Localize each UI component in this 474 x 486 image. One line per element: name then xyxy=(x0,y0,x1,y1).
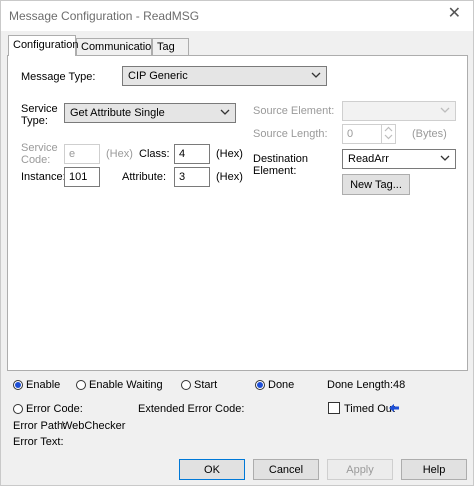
enable-waiting-label: Enable Waiting xyxy=(89,379,163,391)
tab-configuration[interactable]: Configuration xyxy=(8,35,79,56)
source-length-label: Source Length: xyxy=(253,128,328,140)
service-code-label-line1: Service xyxy=(21,142,58,154)
instance-value: 101 xyxy=(69,171,88,183)
chevron-down-icon xyxy=(440,107,450,113)
timed-out-checkbox[interactable] xyxy=(328,402,340,414)
source-element-label: Source Element: xyxy=(253,105,335,117)
service-code-value: e xyxy=(69,148,76,160)
attribute-label: Attribute: xyxy=(122,171,167,183)
tab-tag[interactable]: Tag xyxy=(152,38,189,55)
new-tag-button[interactable]: New Tag... xyxy=(342,174,410,195)
close-icon[interactable]: ✕ xyxy=(448,5,461,23)
extended-error-code-label: Extended Error Code: xyxy=(138,403,245,415)
window-title: Message Configuration - ReadMSG xyxy=(9,9,200,23)
done-length-value: 48 xyxy=(393,379,406,391)
done-radio[interactable] xyxy=(255,380,265,390)
tab-configuration-label: Configuration xyxy=(13,39,79,51)
class-unit: (Hex) xyxy=(216,148,243,160)
chevron-down-icon xyxy=(311,72,321,78)
message-type-select[interactable]: CIP Generic xyxy=(122,66,327,86)
done-length-label: Done Length: xyxy=(327,379,394,391)
message-configuration-window: Message Configuration - ReadMSG ✕ Config… xyxy=(0,0,474,486)
tab-communication[interactable]: Communication xyxy=(76,38,157,55)
chevron-down-icon xyxy=(220,109,230,115)
error-path-label: Error Path: xyxy=(13,420,67,432)
message-type-value: CIP Generic xyxy=(128,70,188,82)
start-label: Start xyxy=(194,379,218,391)
timed-out-label: Timed Out xyxy=(344,403,395,415)
service-type-value: Get Attribute Single xyxy=(70,107,165,119)
instance-label: Instance: xyxy=(21,171,66,183)
source-element-select[interactable] xyxy=(342,101,456,121)
service-code-input[interactable]: e xyxy=(64,144,100,164)
title-bar: Message Configuration - ReadMSG ✕ xyxy=(1,1,473,31)
attribute-unit: (Hex) xyxy=(216,171,243,183)
help-button[interactable]: Help xyxy=(401,459,467,480)
enable-radio[interactable] xyxy=(13,380,23,390)
enable-label: Enable xyxy=(26,379,61,391)
destination-label-line2: Element: xyxy=(253,165,297,177)
done-label: Done xyxy=(268,379,295,391)
destination-element-select[interactable]: ReadArr xyxy=(342,149,456,169)
arrow-left-icon xyxy=(389,404,399,412)
error-text-label: Error Text: xyxy=(13,436,64,448)
service-type-label-line2: Type: xyxy=(21,115,48,127)
service-type-select[interactable]: Get Attribute Single xyxy=(64,103,236,123)
start-radio[interactable] xyxy=(181,380,191,390)
source-length-value: 0 xyxy=(347,128,354,140)
class-value: 4 xyxy=(179,148,186,160)
source-length-unit: (Bytes) xyxy=(412,128,447,140)
service-code-label-line2: Code: xyxy=(21,154,51,166)
service-type-label-line1: Service xyxy=(21,103,58,115)
destination-label-line1: Destination xyxy=(253,153,309,165)
new-tag-label: New Tag... xyxy=(350,179,402,191)
attribute-value: 3 xyxy=(179,171,186,183)
message-type-label: Message Type: xyxy=(21,71,96,83)
apply-label: Apply xyxy=(346,464,374,476)
source-length-spinner[interactable] xyxy=(381,124,395,144)
service-code-unit: (Hex) xyxy=(106,148,133,160)
error-path-value: WebChecker xyxy=(62,420,126,432)
class-label: Class: xyxy=(139,148,170,160)
source-length-input[interactable]: 0 xyxy=(342,124,396,144)
cancel-button[interactable]: Cancel xyxy=(253,459,319,480)
tab-communication-label: Communication xyxy=(81,41,158,53)
apply-button[interactable]: Apply xyxy=(327,459,393,480)
destination-element-value: ReadArr xyxy=(348,153,389,165)
chevron-down-icon xyxy=(440,155,450,161)
class-input[interactable]: 4 xyxy=(174,144,210,164)
tab-tag-label: Tag xyxy=(157,41,175,53)
ok-button[interactable]: OK xyxy=(179,459,245,480)
attribute-input[interactable]: 3 xyxy=(174,167,210,187)
enable-waiting-radio[interactable] xyxy=(76,380,86,390)
spinner-arrows-icon xyxy=(384,126,393,140)
help-label: Help xyxy=(422,464,446,476)
configuration-panel: Message Type: CIP Generic Service Type: … xyxy=(7,55,468,371)
instance-input[interactable]: 101 xyxy=(64,167,100,187)
error-code-label: Error Code: xyxy=(26,403,83,415)
ok-label: OK xyxy=(204,464,220,476)
error-code-radio xyxy=(13,404,23,414)
cancel-label: Cancel xyxy=(268,464,304,476)
